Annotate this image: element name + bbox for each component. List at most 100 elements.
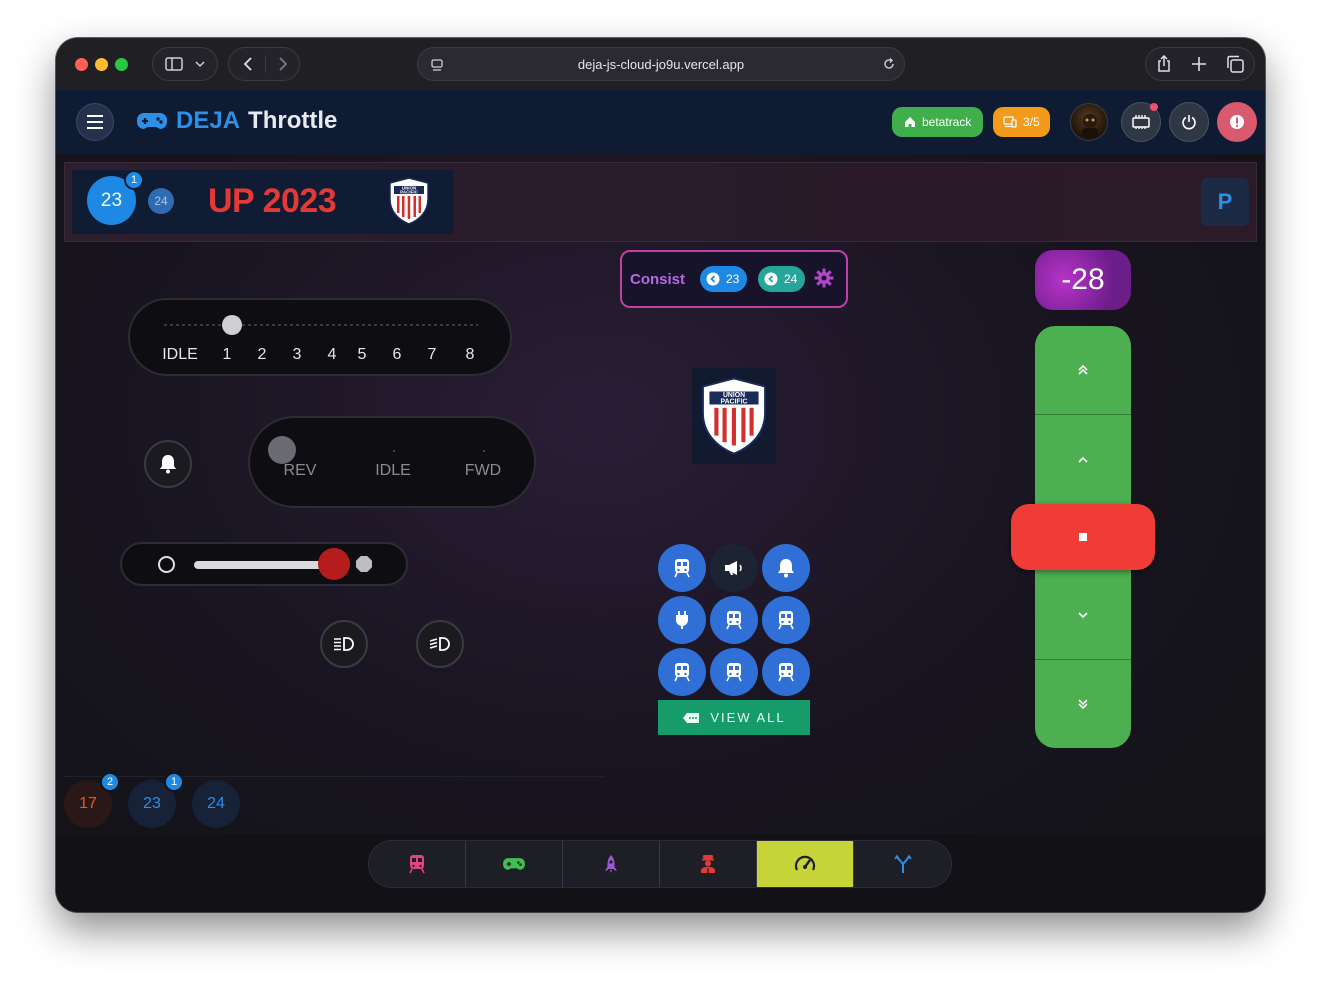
chevron-down-icon (1078, 611, 1088, 618)
notch-label: 7 (427, 346, 437, 363)
divider (64, 776, 604, 777)
close-window-button[interactable] (75, 58, 88, 71)
minimize-window-button[interactable] (95, 58, 108, 71)
direction-label-rev: REV (283, 462, 317, 479)
double-chevron-up-icon (1078, 364, 1088, 375)
gamepad-icon (503, 858, 525, 870)
roster-loco-address: 24 (207, 795, 225, 812)
sidebar-toggle[interactable] (152, 47, 218, 81)
roster-loco[interactable]: 24 (192, 780, 240, 828)
nav-conductor[interactable] (660, 841, 757, 887)
direction-back-icon (764, 272, 778, 286)
svg-text:PACIFIC: PACIFIC (721, 399, 748, 406)
share-icon[interactable] (1156, 55, 1172, 73)
address-bar[interactable]: deja-js-cloud-jo9u.vercel.app (417, 47, 905, 81)
notch-track (164, 324, 478, 326)
alert-icon (1230, 115, 1244, 129)
function-button-train[interactable] (762, 648, 810, 696)
notch-slider[interactable]: IDLE 1 2 3 4 5 6 7 8 (128, 298, 512, 376)
roadname-logo: UNION PACIFIC (692, 368, 776, 464)
throttle-slots-chip[interactable]: 3/5 (993, 107, 1050, 137)
new-tab-icon[interactable] (1191, 56, 1207, 72)
brand-prefix: DEJA (176, 107, 241, 134)
nav-roster[interactable] (369, 841, 466, 887)
sidebar-icon (165, 57, 183, 71)
dcc-ex-button[interactable] (1121, 102, 1161, 142)
direction-back-icon (706, 272, 720, 286)
back-icon[interactable] (243, 57, 253, 71)
nav-throttles[interactable] (466, 841, 563, 887)
bell-button[interactable] (144, 440, 192, 488)
function-button-bell[interactable] (762, 544, 810, 592)
consist-member-chip[interactable]: 23 (700, 266, 748, 292)
forward-icon[interactable] (278, 57, 288, 71)
reload-icon[interactable] (882, 57, 896, 74)
roster-loco-address: 17 (79, 795, 97, 812)
tab-overview-icon[interactable] (1226, 55, 1245, 73)
double-chevron-down-icon (1078, 699, 1088, 710)
bell-icon (778, 559, 794, 578)
headlight-button[interactable] (320, 620, 368, 668)
direction-switch[interactable]: REV IDLE FWD (248, 416, 536, 508)
rear-light-button[interactable] (416, 620, 464, 668)
brake-release-icon (158, 556, 175, 573)
horn-icon (725, 561, 742, 575)
roster-loco-address: 23 (143, 795, 161, 812)
speed-down-button[interactable] (1035, 570, 1131, 660)
function-button-power[interactable] (658, 596, 706, 644)
nav-effects[interactable] (563, 841, 660, 887)
maximize-window-button[interactable] (115, 58, 128, 71)
brake-knob[interactable] (318, 548, 350, 580)
page-settings-icon[interactable] (430, 58, 444, 75)
notch-label: 3 (292, 346, 302, 363)
notch-label: IDLE (162, 346, 198, 363)
notch-slider-knob[interactable] (222, 315, 242, 335)
notch-label: 1 (222, 346, 232, 363)
view-all-functions-button[interactable]: VIEW ALL (658, 700, 810, 735)
brake-slider[interactable] (120, 542, 408, 586)
notch-label: 2 (257, 346, 267, 363)
speed-up-button[interactable] (1035, 415, 1131, 505)
low-beam-icon (429, 637, 450, 651)
roster-loco-badge: 1 (164, 772, 184, 792)
direction-label-fwd: FWD (464, 462, 502, 479)
app-brand[interactable]: DEJA Throttle (136, 107, 337, 135)
consist-address-avatar[interactable]: 24 (148, 188, 174, 214)
stop-button[interactable] (1011, 504, 1155, 570)
user-avatar[interactable] (1070, 103, 1108, 141)
stop-icon (1079, 533, 1087, 541)
function-button-train[interactable] (762, 596, 810, 644)
turnout-icon (893, 854, 912, 873)
consist-panel[interactable]: Consist 23 24 (620, 250, 848, 308)
nav-speedometer[interactable] (757, 841, 854, 887)
consist-member-chip[interactable]: 24 (758, 266, 806, 292)
speed-up-fast-button[interactable] (1035, 326, 1131, 415)
union-pacific-logo: UNION PACIFIC (387, 177, 431, 230)
menu-button[interactable] (76, 103, 114, 141)
function-button-horn[interactable] (710, 544, 758, 592)
browser-window: deja-js-cloud-jo9u.vercel.app DEJA Throt… (56, 38, 1265, 912)
function-button-train[interactable] (658, 544, 706, 592)
gamepad-logo-icon (137, 113, 167, 129)
emergency-stop-button[interactable] (1217, 102, 1257, 142)
function-button-train[interactable] (710, 596, 758, 644)
headlight-icon (334, 637, 354, 651)
throttle-slots-label: 3/5 (1023, 115, 1040, 129)
function-button-train[interactable] (658, 648, 706, 696)
train-icon (778, 663, 794, 682)
function-button-train[interactable] (710, 648, 758, 696)
power-button[interactable] (1169, 102, 1209, 142)
direction-label-idle: IDLE (375, 462, 411, 479)
bottom-nav (368, 840, 952, 888)
consist-settings-icon[interactable] (814, 268, 834, 293)
notch-label: 8 (465, 346, 475, 363)
park-button[interactable]: P (1201, 178, 1249, 226)
bell-icon (160, 455, 176, 474)
train-icon (726, 611, 742, 630)
layout-chip[interactable]: betatrack (892, 107, 984, 137)
train-icon (409, 855, 425, 874)
train-icon (674, 663, 690, 682)
direction-knob[interactable] (268, 436, 296, 464)
nav-turnouts[interactable] (854, 841, 951, 887)
speed-down-fast-button[interactable] (1035, 660, 1131, 748)
